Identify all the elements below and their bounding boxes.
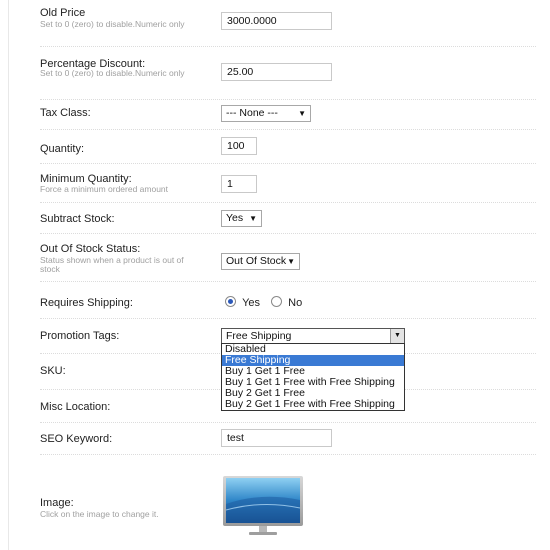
tax-class-value: --- None --- <box>226 107 278 119</box>
subtract-stock-label: Subtract Stock: <box>40 213 115 225</box>
old-price-help: Set to 0 (zero) to disable.Numeric only <box>40 19 185 29</box>
percentage-discount-input[interactable]: 25.00 <box>221 63 332 81</box>
row-subtract-stock: Subtract Stock: Yes ▼ <box>40 204 536 234</box>
minimum-quantity-help: Force a minimum ordered amount <box>40 184 169 194</box>
chevron-down-icon: ▼ <box>298 109 306 118</box>
requires-shipping-label: Requires Shipping: <box>40 297 133 309</box>
subtract-stock-select[interactable]: Yes ▼ <box>221 210 262 227</box>
requires-shipping-options: Yes No <box>225 296 302 309</box>
row-quantity: Quantity: 100 <box>40 133 536 164</box>
seo-keyword-label: SEO Keyword: <box>40 433 113 445</box>
row-minimum-quantity: Minimum Quantity: Force a minimum ordere… <box>40 166 536 203</box>
promotion-tags-value: Free Shipping <box>226 330 292 342</box>
old-price-input[interactable]: 3000.0000 <box>221 12 332 30</box>
out-of-stock-status-select[interactable]: Out Of Stock ▼ <box>221 253 300 270</box>
requires-shipping-yes-label: Yes <box>242 297 261 309</box>
row-seo-keyword: SEO Keyword: test <box>40 424 536 455</box>
seo-keyword-input[interactable]: test <box>221 429 332 447</box>
quantity-input[interactable]: 100 <box>221 137 257 155</box>
tax-class-select[interactable]: --- None --- ▼ <box>221 105 311 122</box>
row-old-price: Old Price Set to 0 (zero) to disable.Num… <box>40 4 536 47</box>
row-requires-shipping: Requires Shipping: Yes No <box>40 283 536 319</box>
chevron-down-icon: ▼ <box>287 257 295 266</box>
subtract-stock-value: Yes <box>226 212 244 224</box>
row-out-of-stock-status: Out Of Stock Status: Status shown when a… <box>40 235 536 282</box>
minimum-quantity-input[interactable]: 1 <box>221 175 257 193</box>
promotion-tags-label: Promotion Tags: <box>40 330 120 342</box>
chevron-down-icon: ▼ <box>390 329 404 343</box>
promotion-tags-select[interactable]: Free Shipping ▼ <box>221 328 405 344</box>
requires-shipping-no-label: No <box>288 297 303 309</box>
image-help: Click on the image to change it. <box>40 509 159 519</box>
out-of-stock-status-value: Out Of Stock <box>226 255 287 267</box>
tax-class-label: Tax Class: <box>40 107 91 119</box>
percentage-discount-help: Set to 0 (zero) to disable.Numeric only <box>40 68 185 78</box>
quantity-label: Quantity: <box>40 143 85 155</box>
sku-label: SKU: <box>40 365 66 377</box>
promotion-tags-dropdown-list: Disabled Free Shipping Buy 1 Get 1 Free … <box>221 343 405 411</box>
row-percentage-discount: Percentage Discount: Set to 0 (zero) to … <box>40 54 536 100</box>
out-of-stock-status-label: Out Of Stock Status: <box>40 243 141 255</box>
dropdown-option[interactable]: Buy 2 Get 1 Free with Free Shipping <box>222 399 404 410</box>
old-price-label: Old Price <box>40 7 86 19</box>
chevron-down-icon: ▼ <box>249 214 257 223</box>
page-left-border <box>8 0 9 550</box>
requires-shipping-no-radio[interactable] <box>271 296 283 307</box>
monitor-icon[interactable] <box>221 474 305 538</box>
image-label: Image: <box>40 497 74 509</box>
out-of-stock-status-help: Status shown when a product is out of st… <box>40 255 184 274</box>
row-tax-class: Tax Class: --- None --- ▼ <box>40 101 536 130</box>
misc-location-label: Misc Location: <box>40 401 111 413</box>
requires-shipping-yes-radio[interactable] <box>225 296 236 307</box>
